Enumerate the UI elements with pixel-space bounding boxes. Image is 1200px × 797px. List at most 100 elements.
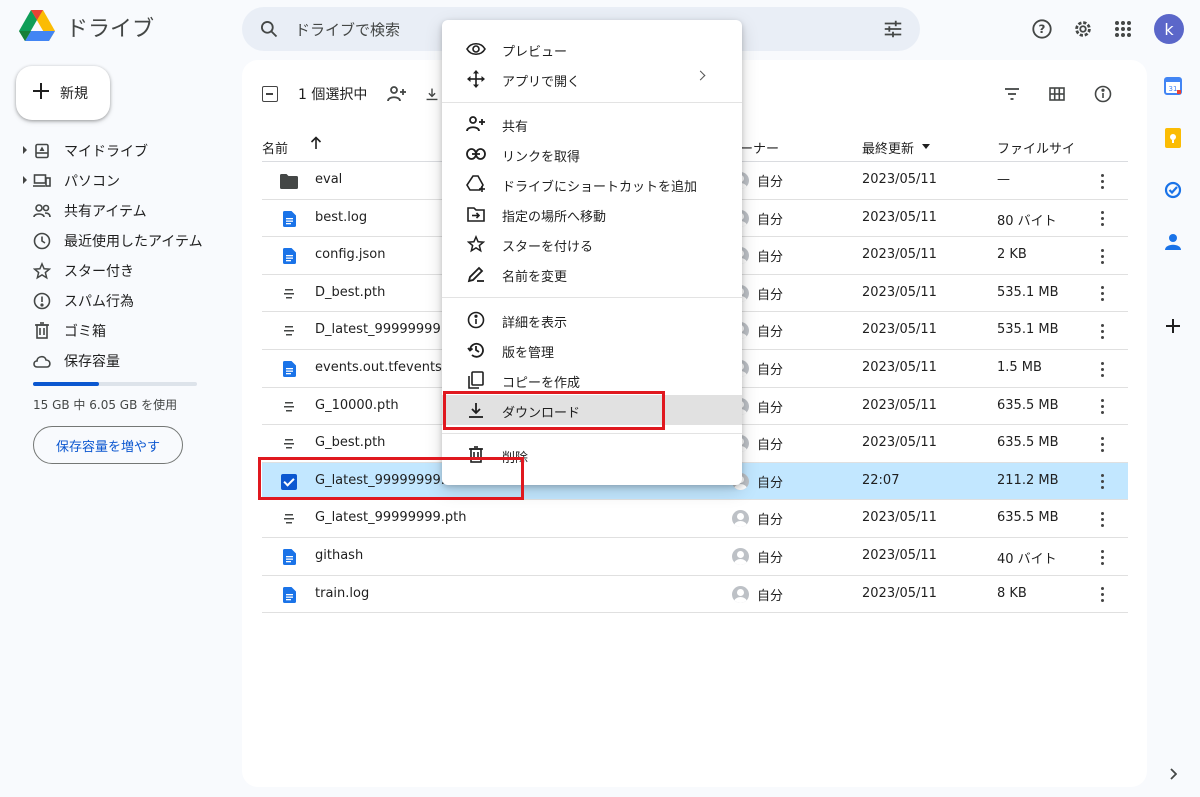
menu-item-label: 名前を変更 (502, 270, 568, 285)
details-info-icon[interactable] (1091, 82, 1115, 106)
owner-avatar-icon (732, 510, 749, 528)
sidebar-item-trash[interactable]: ゴミ箱 (20, 316, 220, 346)
owner-label: 自分 (757, 551, 784, 566)
sidebar-item-storage[interactable]: 保存容量 (20, 346, 220, 376)
add-shortcut-icon (466, 174, 486, 194)
more-actions-icon[interactable] (1098, 509, 1106, 529)
table-row[interactable]: train.log 自分 2023/05/11 8 KB (262, 576, 1128, 614)
menu-item-add-star[interactable]: スターを付ける (442, 229, 742, 259)
more-actions-icon[interactable] (1098, 171, 1106, 191)
grid-view-icon[interactable] (1045, 82, 1069, 106)
menu-item-details[interactable]: 詳細を表示 (442, 305, 742, 335)
keep-icon[interactable] (1163, 128, 1183, 148)
menu-item-manage-versions[interactable]: 版を管理 (442, 335, 742, 365)
link-icon (466, 144, 486, 164)
owner-label: 自分 (757, 513, 784, 529)
share-person-add-icon[interactable] (385, 82, 409, 106)
table-row[interactable]: G_latest_99999999.pth 自分 2023/05/11 635.5 M… (262, 500, 1128, 538)
storage-usage-fill (33, 382, 99, 386)
menu-item-rename[interactable]: 名前を変更 (442, 259, 742, 289)
more-actions-icon[interactable] (1098, 472, 1106, 492)
get-addons-plus-icon[interactable] (1163, 316, 1183, 336)
contacts-icon[interactable] (1163, 232, 1183, 252)
help-icon[interactable]: ? (1030, 17, 1054, 41)
menu-item-open-with[interactable]: アプリで開く (442, 64, 742, 94)
sidebar-item-shared[interactable]: 共有アイテム (20, 196, 220, 226)
doc-icon (280, 360, 298, 378)
menu-item-label: 指定の場所へ移動 (502, 210, 607, 225)
owner-label: 自分 (757, 475, 784, 491)
sidebar-item-recent[interactable]: 最近使用したアイテム (20, 226, 220, 256)
open-with-icon (466, 69, 486, 89)
more-actions-icon[interactable] (1098, 359, 1106, 379)
more-actions-icon[interactable] (1098, 246, 1106, 266)
sidebar-nav: マイドライブ パソコン 共有アイテム 最近使用したアイテム スター付き スパム行… (20, 136, 220, 376)
menu-item-preview[interactable]: プレビュー (442, 34, 742, 64)
deselect-icon[interactable] (262, 86, 278, 102)
selection-count: 1 個選択中 (298, 87, 368, 103)
trash-icon (32, 321, 52, 341)
binary-icon (280, 285, 298, 303)
binary-icon (280, 398, 298, 416)
apps-grid-icon[interactable] (1111, 17, 1135, 41)
sidebar-item-my-drive[interactable]: マイドライブ (20, 136, 220, 166)
file-size: 535.1 MB (997, 284, 1059, 300)
menu-item-add-shortcut[interactable]: ドライブにショートカットを追加 (442, 169, 742, 199)
menu-item-get-link[interactable]: リンクを取得 (442, 139, 742, 169)
file-name[interactable]: train.log (315, 586, 485, 601)
settings-gear-icon[interactable] (1071, 17, 1095, 41)
column-header-owner[interactable]: ーナー (740, 138, 779, 157)
move-folder-icon (466, 204, 486, 224)
more-actions-icon[interactable] (1098, 434, 1106, 454)
menu-item-label: アプリで開く (502, 75, 581, 90)
side-panel-chevron-right-icon[interactable] (1163, 764, 1183, 784)
more-actions-icon[interactable] (1098, 547, 1106, 567)
search-input[interactable]: ドライブで検索 (295, 19, 400, 40)
file-size: 635.5 MB (997, 397, 1059, 413)
file-modified: 2023/05/11 (862, 247, 937, 263)
menu-item-share[interactable]: 共有 (442, 109, 742, 139)
file-size: 8 KB (997, 585, 1027, 601)
search-icon[interactable] (259, 19, 279, 43)
more-actions-icon[interactable] (1098, 284, 1106, 304)
owner-label: 自分 (757, 325, 784, 341)
calendar-icon[interactable]: 31 (1163, 76, 1183, 96)
sort-dropdown-icon[interactable] (922, 144, 930, 149)
tasks-icon[interactable] (1163, 180, 1183, 200)
history-icon (466, 340, 486, 360)
download-icon[interactable] (425, 82, 439, 106)
column-header-size[interactable]: ファイルサイ (997, 138, 1075, 157)
file-name[interactable]: githash (315, 548, 485, 563)
menu-item-label: 詳細を表示 (502, 316, 568, 331)
filter-icon[interactable] (1000, 82, 1024, 106)
drive-logo[interactable]: ドライブ (18, 10, 154, 44)
expand-arrow-icon[interactable] (23, 176, 27, 184)
file-name[interactable]: G_latest_99999999.pth (315, 510, 485, 525)
column-header-modified[interactable]: 最終更新 (862, 138, 914, 157)
sidebar-item-starred[interactable]: スター付き (20, 256, 220, 286)
file-size: 2 KB (997, 247, 1027, 263)
account-avatar[interactable]: k (1154, 14, 1184, 44)
sidebar-item-label: 保存容量 (64, 354, 120, 370)
annotation-highlight-download (443, 391, 665, 430)
more-actions-icon[interactable] (1098, 397, 1106, 417)
file-modified: 2023/05/11 (862, 548, 937, 563)
search-options-icon[interactable] (882, 18, 904, 44)
sidebar-item-spam[interactable]: スパム行為 (20, 286, 220, 316)
more-actions-icon[interactable] (1098, 585, 1106, 605)
computers-icon (32, 171, 52, 191)
column-header-name[interactable]: 名前 (262, 138, 288, 157)
file-size: 635.5 MB (997, 435, 1059, 451)
more-actions-icon[interactable] (1098, 321, 1106, 341)
sidebar-item-computers[interactable]: パソコン (20, 166, 220, 196)
new-button[interactable]: 新規 (16, 66, 110, 120)
get-more-storage-button[interactable]: 保存容量を増やす (33, 426, 183, 464)
more-actions-icon[interactable] (1098, 209, 1106, 229)
file-owner: 自分 (732, 509, 783, 528)
sort-arrow-up-icon[interactable] (310, 136, 322, 154)
owner-label: 自分 (757, 250, 784, 266)
expand-arrow-icon[interactable] (23, 146, 27, 154)
sidebar-item-label: ゴミ箱 (64, 324, 106, 340)
menu-item-move[interactable]: 指定の場所へ移動 (442, 199, 742, 229)
table-row[interactable]: githash 自分 2023/05/11 40 バイト (262, 538, 1128, 576)
